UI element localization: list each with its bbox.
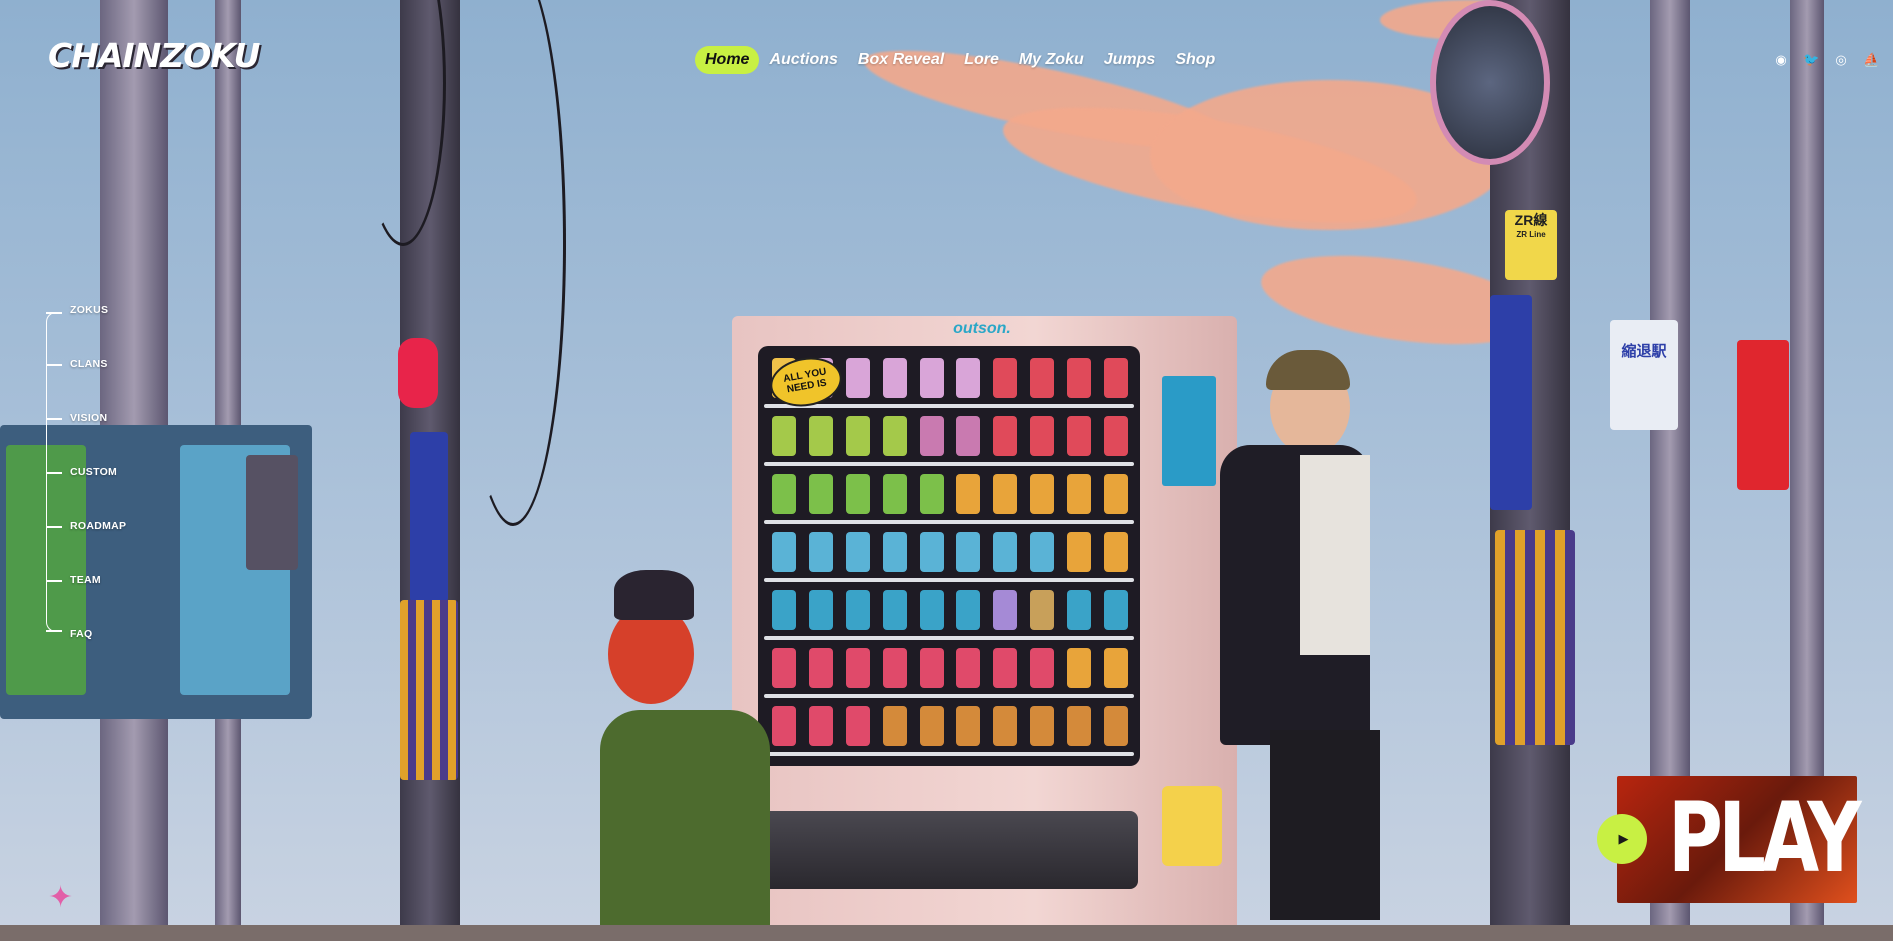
striped-band: [1495, 530, 1575, 745]
nav-tick: [46, 312, 62, 314]
section-zokus[interactable]: ZOKUS: [70, 304, 108, 316]
nav-shop[interactable]: Shop: [1165, 46, 1225, 74]
nav-tick: [46, 526, 62, 528]
section-team[interactable]: TEAM: [70, 574, 101, 586]
convex-mirror: [1430, 0, 1550, 165]
nav-tick: [46, 630, 62, 632]
cable: [460, 0, 566, 526]
social-links: ◉ 🐦 ◎ ⛵: [1773, 52, 1879, 68]
striped-band: [400, 600, 458, 780]
chainzoku-logo[interactable]: CHAINZOKU: [48, 36, 260, 75]
vending-brand: outson.: [953, 320, 1011, 337]
vending-machine: outson. ALL YOU NEED IS: [732, 316, 1237, 941]
sticker-text: ALL YOU NEED IS: [782, 366, 828, 396]
ground: [0, 925, 1893, 941]
electric-box: [246, 455, 298, 570]
nav-lore[interactable]: Lore: [954, 46, 1009, 74]
nav-my-zoku[interactable]: My Zoku: [1009, 46, 1094, 74]
section-clans[interactable]: CLANS: [70, 358, 108, 370]
nav-jumps[interactable]: Jumps: [1094, 46, 1166, 74]
standing-character: [1200, 350, 1440, 941]
play-button[interactable]: ▶: [1597, 814, 1647, 864]
twitter-icon[interactable]: 🐦: [1803, 52, 1819, 68]
vending-glass: ALL YOU NEED IS: [758, 346, 1140, 766]
nav-box-reveal[interactable]: Box Reveal: [848, 46, 954, 74]
station-name: 縮退駅: [1621, 343, 1667, 360]
nav-tick: [46, 364, 62, 366]
station-sign: ZR線 ZR Line: [1505, 210, 1557, 280]
blue-sign: [1490, 295, 1532, 510]
blue-sign: [410, 432, 448, 602]
nav-tick: [46, 472, 62, 474]
section-faq[interactable]: FAQ: [70, 628, 93, 640]
oni-character: [560, 560, 780, 941]
instagram-icon[interactable]: ◎: [1833, 52, 1849, 68]
section-roadmap[interactable]: ROADMAP: [70, 520, 126, 532]
nav-home[interactable]: Home: [695, 46, 760, 74]
discord-icon[interactable]: ◉: [1773, 52, 1789, 68]
sparkle-icon: ✦: [48, 881, 74, 914]
play-icon: ▶: [1618, 831, 1629, 846]
station-name-sign: 縮退駅: [1610, 320, 1678, 430]
hero-scene: ZR線 ZR Line 縮退駅 outson. ALL YOU NEED IS: [0, 0, 1893, 941]
opensea-icon[interactable]: ⛵: [1863, 52, 1879, 68]
play-label[interactable]: PLAY: [1668, 790, 1862, 886]
vending-tray: [760, 811, 1138, 889]
nav-tick: [46, 580, 62, 582]
station-line-label: ZR線: [1514, 212, 1548, 228]
red-sign: [398, 338, 438, 408]
section-vision[interactable]: VISION: [70, 412, 107, 424]
main-nav: Home Auctions Box Reveal Lore My Zoku Ju…: [695, 46, 1225, 74]
section-nav: ZOKUS CLANS VISION CUSTOM ROADMAP TEAM F…: [44, 300, 164, 640]
nav-tick: [46, 418, 62, 420]
red-panels: [1737, 340, 1789, 490]
nav-auctions[interactable]: Auctions: [759, 46, 847, 74]
section-custom[interactable]: CUSTOM: [70, 466, 117, 478]
station-line-sub: ZR Line: [1516, 230, 1546, 239]
